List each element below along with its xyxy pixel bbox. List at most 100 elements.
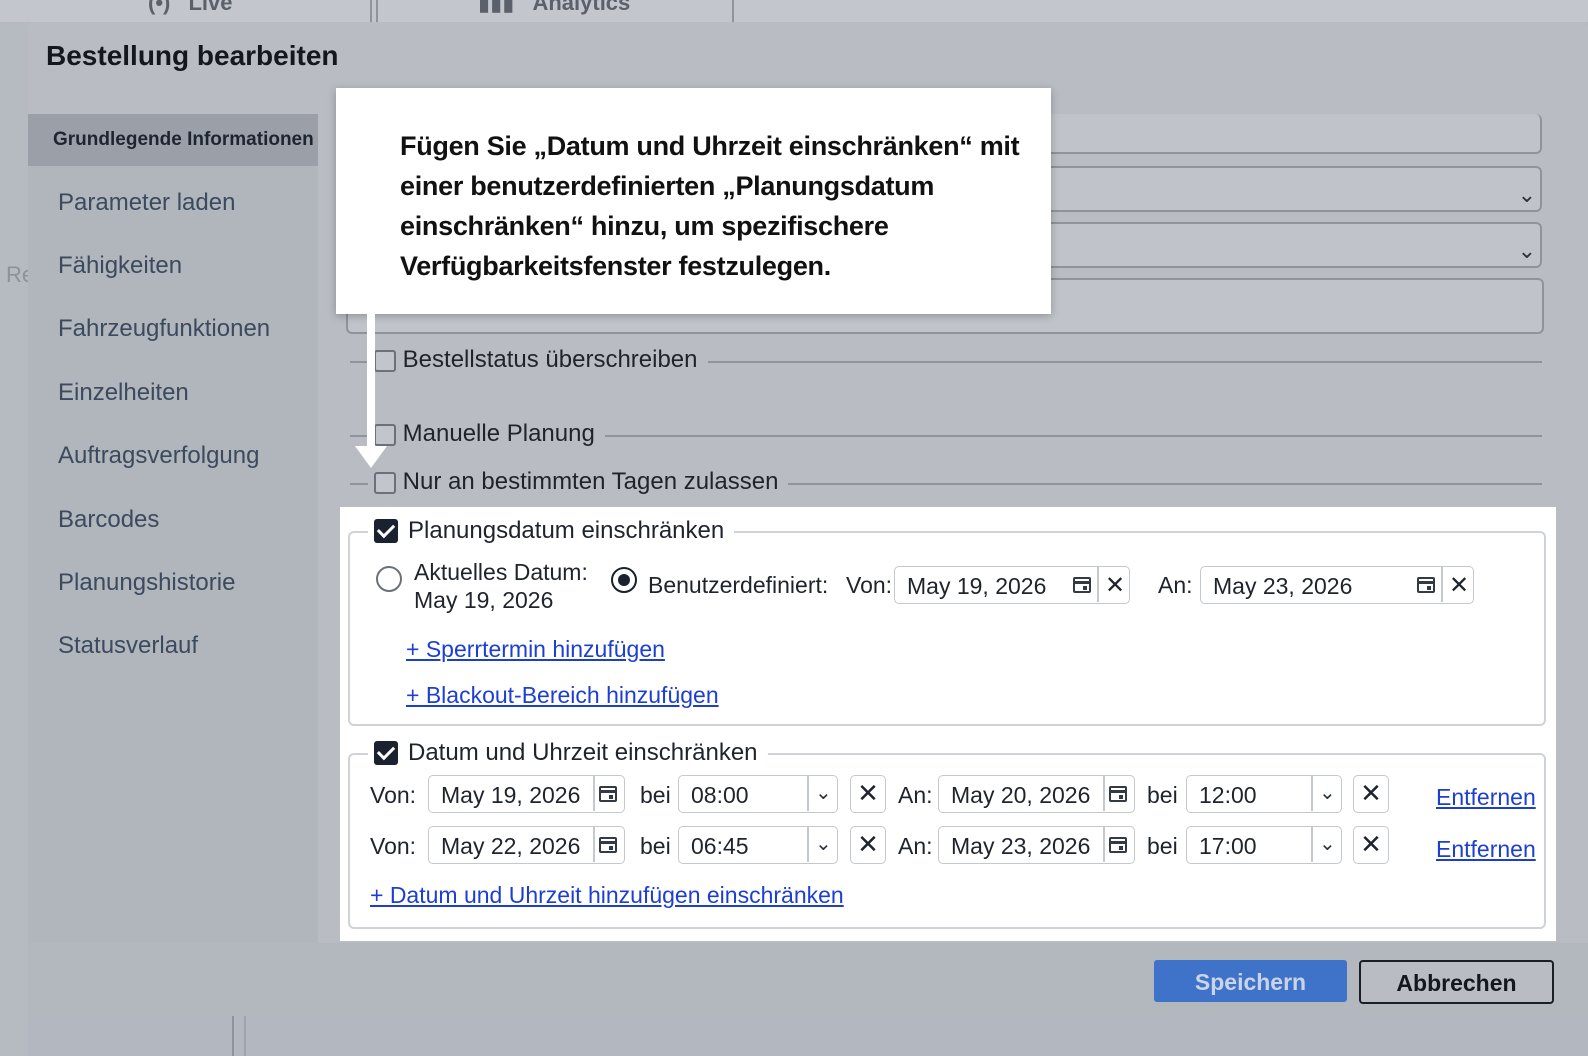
specific-days-label: Nur an bestimmten Tagen zulassen bbox=[402, 468, 779, 495]
live-icon: (•) bbox=[148, 0, 171, 15]
nav-item-capabilities[interactable]: Fähigkeiten bbox=[58, 252, 182, 280]
row-at-label: bei bbox=[1147, 833, 1178, 859]
date-time-legend[interactable]: Datum und Uhrzeit einschränken bbox=[368, 739, 768, 767]
current-date-label: Aktuelles Datum: bbox=[414, 559, 588, 585]
background-tab-bar: (•) Live ▮▮▮ Analytics bbox=[0, 0, 1588, 22]
save-button[interactable]: Speichern bbox=[1154, 960, 1347, 1002]
calendar-icon[interactable] bbox=[1073, 577, 1091, 593]
add-blackout-date-link[interactable]: + Sperrtermin hinzufügen bbox=[406, 636, 665, 663]
nav-item-status-history[interactable]: Statusverlauf bbox=[58, 632, 198, 660]
clear-from-button[interactable]: ✕ bbox=[850, 826, 886, 864]
background-left-column bbox=[0, 22, 28, 1056]
current-date-value: May 19, 2026 bbox=[414, 587, 554, 613]
row-to-date-value: May 20, 2026 bbox=[951, 782, 1091, 808]
custom-date-label: Benutzerdefiniert: bbox=[648, 572, 829, 598]
planning-to-date-value: May 23, 2026 bbox=[1213, 573, 1353, 599]
row-from-date-value: May 19, 2026 bbox=[441, 782, 581, 808]
tab-analytics[interactable]: ▮▮▮ Analytics bbox=[376, 0, 734, 22]
tab-analytics-label: Analytics bbox=[532, 0, 631, 15]
add-date-time-link[interactable]: + Datum und Uhrzeit hinzufügen einschrän… bbox=[370, 882, 844, 909]
manual-planning-checkbox[interactable] bbox=[374, 423, 396, 446]
chevron-down-icon: ⌄ bbox=[815, 782, 832, 804]
tab-live[interactable]: (•) Live bbox=[0, 0, 372, 22]
add-blackout-range-link[interactable]: + Blackout-Bereich hinzufügen bbox=[406, 682, 719, 709]
row-from-time-select[interactable]: 06:45 ⌄ bbox=[678, 826, 838, 864]
row-at-label: bei bbox=[1147, 782, 1178, 808]
nav-item-barcodes[interactable]: Barcodes bbox=[58, 506, 159, 534]
chevron-down-icon: ⌄ bbox=[1517, 182, 1536, 207]
planning-from-date-input[interactable]: May 19, 2026 ✕ bbox=[894, 566, 1130, 604]
input-divider bbox=[593, 776, 595, 811]
input-divider bbox=[1097, 567, 1099, 602]
input-divider bbox=[1441, 567, 1443, 602]
chevron-down-icon: ⌄ bbox=[1517, 238, 1536, 263]
row-to-time-value: 12:00 bbox=[1199, 782, 1257, 808]
modal-side-nav: Grundlegende Informationen Parameter lad… bbox=[28, 114, 318, 944]
row-to-date-value: May 23, 2026 bbox=[951, 833, 1091, 859]
specific-days-checkbox[interactable] bbox=[374, 471, 396, 494]
planning-date-legend[interactable]: Planungsdatum einschränken bbox=[368, 517, 735, 545]
chevron-down-icon: ⌄ bbox=[815, 833, 832, 855]
select-field[interactable]: ⌄ bbox=[1040, 222, 1542, 268]
select-field[interactable]: ⌄ bbox=[1040, 166, 1542, 212]
calendar-icon[interactable] bbox=[1109, 837, 1127, 853]
remove-row-link[interactable]: Entfernen bbox=[1436, 784, 1536, 811]
guide-tooltip: Fügen Sie „Datum und Uhrzeit einschränke… bbox=[336, 88, 1051, 314]
calendar-icon[interactable] bbox=[1109, 786, 1127, 802]
planning-to-date-input[interactable]: May 23, 2026 ✕ bbox=[1200, 566, 1474, 604]
input-divider bbox=[807, 776, 809, 811]
nav-item-vehicle-features[interactable]: Fahrzeugfunktionen bbox=[58, 315, 270, 343]
modal-footer bbox=[28, 943, 1588, 1016]
planning-to-label: An: bbox=[1158, 572, 1193, 598]
row-at-label: bei bbox=[640, 833, 671, 859]
row-from-date-input[interactable]: May 22, 2026 bbox=[428, 826, 625, 864]
planning-date-legend-label: Planungsdatum einschränken bbox=[408, 517, 725, 544]
custom-date-radio[interactable] bbox=[611, 567, 637, 593]
row-from-date-input[interactable]: May 19, 2026 bbox=[428, 775, 625, 813]
background-divider bbox=[244, 1016, 246, 1056]
override-status-option[interactable]: Bestellstatus überschreiben bbox=[368, 346, 708, 374]
input-divider bbox=[807, 827, 809, 862]
calendar-icon[interactable] bbox=[599, 837, 617, 853]
planning-date-checkbox[interactable] bbox=[374, 519, 398, 543]
input-divider bbox=[593, 827, 595, 862]
date-time-checkbox[interactable] bbox=[374, 741, 398, 765]
nav-item-basic-info[interactable]: Grundlegende Informationen bbox=[28, 114, 318, 166]
clear-to-button[interactable]: ✕ bbox=[1353, 775, 1389, 813]
manual-planning-label: Manuelle Planung bbox=[402, 420, 595, 447]
input-divider bbox=[1103, 776, 1105, 811]
row-at-label: bei bbox=[640, 782, 671, 808]
row-to-time-select[interactable]: 12:00 ⌄ bbox=[1186, 775, 1342, 813]
row-to-label: An: bbox=[898, 833, 933, 859]
nav-item-details[interactable]: Einzelheiten bbox=[58, 379, 189, 407]
specific-days-option[interactable]: Nur an bestimmten Tagen zulassen bbox=[368, 468, 789, 496]
cancel-button[interactable]: Abbrechen bbox=[1359, 960, 1554, 1004]
input-divider bbox=[1311, 776, 1313, 811]
nav-item-order-tracking[interactable]: Auftragsverfolgung bbox=[58, 442, 259, 470]
clear-to-button[interactable]: ✕ bbox=[1353, 826, 1389, 864]
text-field[interactable] bbox=[1040, 114, 1542, 154]
row-to-label: An: bbox=[898, 782, 933, 808]
calendar-icon[interactable] bbox=[1417, 577, 1435, 593]
override-status-checkbox[interactable] bbox=[374, 349, 396, 372]
clear-from-button[interactable]: ✕ bbox=[850, 775, 886, 813]
nav-item-load-params[interactable]: Parameter laden bbox=[58, 189, 235, 217]
row-to-date-input[interactable]: May 23, 2026 bbox=[938, 826, 1135, 864]
clear-date-icon[interactable]: ✕ bbox=[1105, 571, 1125, 600]
remove-row-link[interactable]: Entfernen bbox=[1436, 836, 1536, 863]
override-status-label: Bestellstatus überschreiben bbox=[402, 346, 698, 373]
planning-from-date-value: May 19, 2026 bbox=[907, 573, 1047, 599]
chevron-down-icon: ⌄ bbox=[1319, 782, 1336, 804]
current-date-radio[interactable] bbox=[376, 566, 402, 592]
nav-item-planning-history[interactable]: Planungshistorie bbox=[58, 569, 235, 597]
row-to-time-select[interactable]: 17:00 ⌄ bbox=[1186, 826, 1342, 864]
row-from-time-value: 06:45 bbox=[691, 833, 749, 859]
manual-planning-option[interactable]: Manuelle Planung bbox=[368, 420, 605, 448]
planning-from-label: Von: bbox=[846, 572, 893, 598]
clear-date-icon[interactable]: ✕ bbox=[1449, 571, 1469, 600]
row-from-time-select[interactable]: 08:00 ⌄ bbox=[678, 775, 838, 813]
row-to-time-value: 17:00 bbox=[1199, 833, 1257, 859]
row-from-time-value: 08:00 bbox=[691, 782, 749, 808]
row-to-date-input[interactable]: May 20, 2026 bbox=[938, 775, 1135, 813]
calendar-icon[interactable] bbox=[599, 786, 617, 802]
